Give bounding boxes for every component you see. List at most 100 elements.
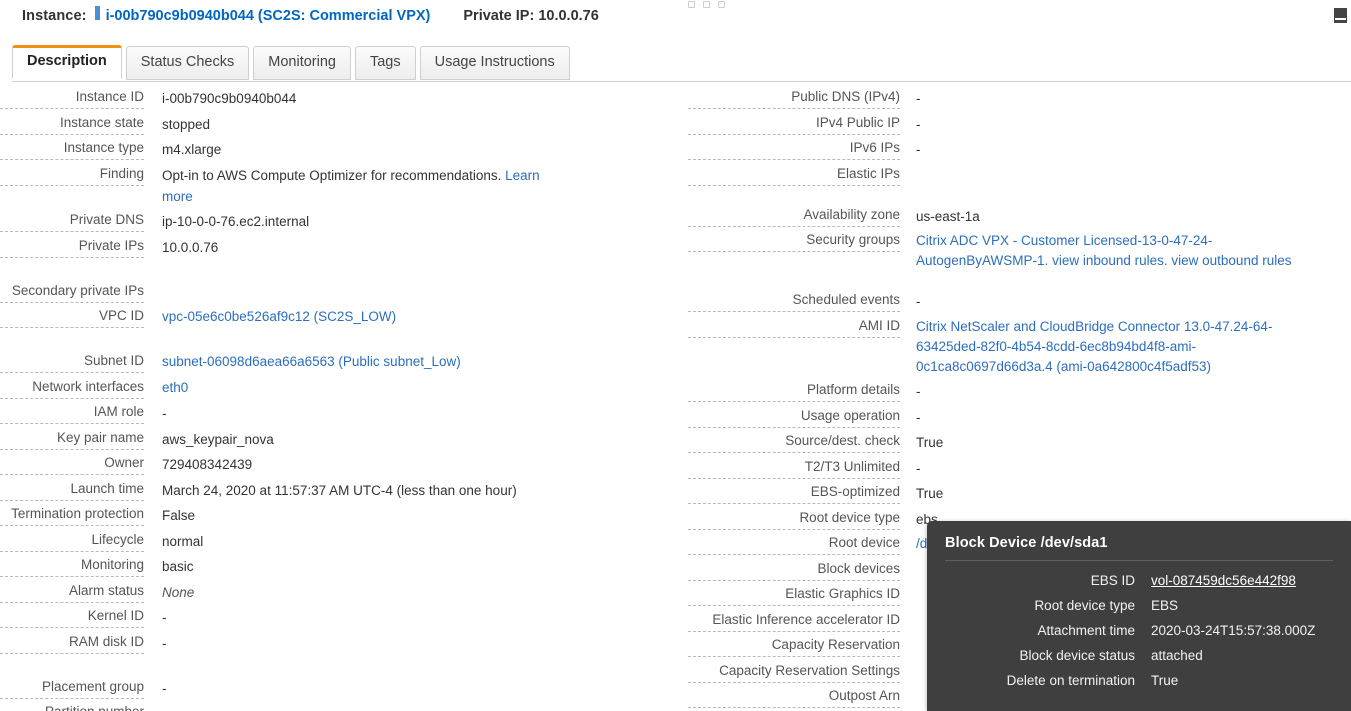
detail-row: Secondary private IPs <box>0 282 700 303</box>
detail-value-text: March 24, 2020 at 11:57:37 AM UTC-4 (les… <box>162 482 517 498</box>
detail-value: Opt-in to AWS Compute Optimizer for reco… <box>162 165 562 207</box>
detail-row: T2/T3 Unlimited - <box>688 458 1351 479</box>
detail-key: Availability zone <box>688 206 900 227</box>
detail-value: - <box>162 403 562 424</box>
detail-key: Lifecycle <box>0 531 144 552</box>
detail-key: Root device <box>688 534 900 555</box>
detail-row: Instance ID i-00b790c9b0940b044 <box>0 88 700 109</box>
detail-value: True <box>916 432 1296 453</box>
detail-key: Capacity Reservation Settings <box>688 662 900 683</box>
detail-row: Private IPs 10.0.0.76 <box>0 237 700 258</box>
detail-key: IPv4 Public IP <box>688 114 900 135</box>
detail-value-link[interactable]: vpc-05e6c0be526af9c12 (SC2S_LOW) <box>162 309 396 324</box>
tab-monitoring[interactable]: Monitoring <box>253 46 351 80</box>
detail-value-text: normal <box>162 533 204 549</box>
tooltip-row: Block device status attached <box>945 647 1333 665</box>
detail-value: 729408342439 <box>162 454 562 475</box>
detail-row: Termination protection False <box>0 505 700 526</box>
detail-value-text: True <box>916 435 944 450</box>
detail-key: IPv6 IPs <box>688 139 900 160</box>
detail-value-link[interactable]: subnet-06098d6aea66a6563 (Public subnet_… <box>162 354 461 369</box>
detail-row: IPv4 Public IP - <box>688 114 1351 135</box>
detail-key: Launch time <box>0 480 144 501</box>
detail-key: Root device type <box>688 509 900 530</box>
instance-id-link[interactable]: i-00b790c9b0940b044 (SC2S: Commercial VP… <box>106 8 431 24</box>
detail-value-text: basic <box>162 559 194 574</box>
detail-key: AMI ID <box>688 317 900 338</box>
tooltip-value-text: attached <box>1151 648 1203 663</box>
tooltip-title: Block Device /dev/sda1 <box>945 535 1108 551</box>
detail-value[interactable]: eth0 <box>162 378 562 398</box>
detail-key: IAM role <box>0 403 144 424</box>
detail-value[interactable]: Citrix ADC VPX - Customer Licensed-13-0-… <box>916 231 1296 271</box>
detail-value-text: False <box>162 508 196 523</box>
detail-key: Scheduled events <box>688 291 900 312</box>
detail-key: Instance type <box>0 139 144 160</box>
detail-value-link[interactable]: Citrix NetScaler and CloudBridge Connect… <box>916 319 1272 374</box>
detail-row: EBS-optimized True <box>688 483 1351 504</box>
detail-value[interactable]: Citrix NetScaler and CloudBridge Connect… <box>916 317 1296 377</box>
detail-value: - <box>916 458 1296 479</box>
detail-row: IPv6 IPs - <box>688 139 1351 160</box>
tooltip-value-text: 2020-03-24T15:57:38.000Z <box>1151 623 1316 638</box>
tab-status-checks[interactable]: Status Checks <box>125 46 250 80</box>
tab-bottom-divider <box>12 81 1351 82</box>
detail-key: Key pair name <box>0 429 144 450</box>
detail-key: Kernel ID <box>0 607 144 628</box>
detail-key: Private DNS <box>0 211 144 232</box>
detail-value: normal <box>162 531 562 552</box>
tab-description[interactable]: Description <box>12 45 122 79</box>
detail-row: VPC ID vpc-05e6c0be526af9c12 (SC2S_LOW) <box>0 307 700 328</box>
detail-key: Elastic Inference accelerator ID <box>688 611 900 632</box>
detail-key: Security groups <box>688 231 900 252</box>
detail-value: 10.0.0.76 <box>162 237 562 258</box>
detail-value-text: - <box>916 91 921 106</box>
detail-key: Alarm status <box>0 582 144 603</box>
tooltip-value[interactable]: vol-087459dc56e442f98 <box>1151 572 1296 590</box>
block-device-tooltip: Block Device /dev/sda1 EBS ID vol-087459d… <box>927 521 1351 711</box>
detail-value-text: i-00b790c9b0940b044 <box>162 91 297 106</box>
tooltip-value: EBS <box>1151 597 1178 615</box>
save-view-icon[interactable] <box>1334 8 1347 23</box>
detail-row: Subnet ID subnet-06098d6aea66a6563 (Publi… <box>0 352 700 373</box>
tab-usage-instructions[interactable]: Usage Instructions <box>419 46 570 80</box>
tab-tags[interactable]: Tags <box>354 46 416 80</box>
detail-row: Partition number <box>0 703 700 711</box>
detail-row: Private DNS ip-10-0-0-76.ec2.internal <box>0 211 700 232</box>
detail-value: - <box>916 381 1296 402</box>
detail-value: - <box>916 88 1296 109</box>
grip-dot-icon <box>718 1 725 8</box>
detail-value: ip-10-0-0-76.ec2.internal <box>162 211 562 232</box>
detail-key: Subnet ID <box>0 352 144 373</box>
detail-row: Availability zone us-east-1a <box>688 206 1351 227</box>
detail-value: - <box>162 633 562 654</box>
instance-label: Instance: <box>22 8 87 24</box>
detail-value-text: 10.0.0.76 <box>162 239 219 255</box>
detail-row: Source/dest. check True <box>688 432 1351 453</box>
detail-key: Platform details <box>688 381 900 402</box>
security-group-rule-links[interactable]: view inbound rules. view outbound rules <box>1052 253 1291 268</box>
detail-value-text: stopped <box>162 116 211 132</box>
grip-dot-icon <box>703 1 710 8</box>
detail-value-text: aws_keypair_nova <box>162 431 274 447</box>
detail-value-text: ip-10-0-0-76.ec2.internal <box>162 214 310 229</box>
detail-value-link[interactable]: eth0 <box>162 380 188 395</box>
panel-resize-grip[interactable] <box>688 1 725 8</box>
ebs-volume-link[interactable]: vol-087459dc56e442f98 <box>1151 573 1296 588</box>
detail-value-text: - <box>162 610 167 625</box>
detail-value-text: Opt-in to AWS Compute Optimizer for reco… <box>162 167 502 183</box>
detail-value-text: - <box>916 384 921 399</box>
detail-key: Outpost Arn <box>688 687 900 708</box>
detail-row: RAM disk ID - <box>0 633 700 654</box>
detail-value[interactable]: subnet-06098d6aea66a6563 (Public subnet_… <box>162 352 562 372</box>
details-column-left: Instance ID i-00b790c9b0940b044 Instance s… <box>0 88 700 711</box>
detail-row: Placement group - <box>0 678 700 699</box>
detail-row: AMI ID Citrix NetScaler and CloudBridge C… <box>688 317 1351 377</box>
detail-key: Capacity Reservation <box>688 636 900 657</box>
detail-value: True <box>916 483 1296 504</box>
detail-value: None <box>162 582 562 603</box>
detail-value: us-east-1a <box>916 206 1296 227</box>
detail-row: Key pair name aws_keypair_nova <box>0 429 700 450</box>
detail-value[interactable]: vpc-05e6c0be526af9c12 (SC2S_LOW) <box>162 307 562 327</box>
detail-key: Owner <box>0 454 144 475</box>
